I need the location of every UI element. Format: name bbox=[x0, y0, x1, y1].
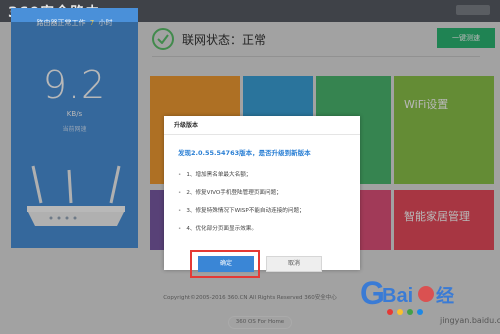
dialog-title-bar: 升级版本 bbox=[164, 116, 360, 135]
list-item: • 2、修复VIVO手机登陆管理页面问题； bbox=[178, 190, 282, 196]
cancel-button[interactable]: 取消 bbox=[266, 256, 322, 272]
window-icons[interactable] bbox=[456, 5, 490, 15]
upgrade-headline: 发现2.0.55.54763版本，是否升级到新版本 bbox=[178, 149, 311, 157]
home-button[interactable]: 360 OS For Home bbox=[228, 316, 292, 329]
list-item: • 3、修复特殊情况下WISP不能自动连接的问题； bbox=[178, 208, 305, 214]
baidu-watermark: G Bai 经 jingyan.baidu.com bbox=[360, 268, 500, 334]
list-item: • 4、优化部分页面显示效果。 bbox=[178, 226, 257, 232]
svg-text:Bai: Bai bbox=[382, 285, 413, 307]
confirm-button[interactable]: 确定 bbox=[198, 256, 254, 272]
watermark-url: jingyan.baidu.com bbox=[440, 316, 500, 325]
svg-text:经: 经 bbox=[436, 285, 454, 307]
upgrade-dialog: 升级版本 发现2.0.55.54763版本，是否升级到新版本 • 1、增加黑名单最… bbox=[164, 116, 360, 270]
changelog-list: • 1、增加黑名单最大名额； • 2、修复VIVO手机登陆管理页面问题； • 3、修复… bbox=[178, 166, 356, 238]
list-item: • 1、增加黑名单最大名额； bbox=[178, 172, 252, 178]
dialog-title: 升级版本 bbox=[174, 122, 199, 129]
baidu-logo-icon: G Bai 经 bbox=[360, 275, 454, 315]
